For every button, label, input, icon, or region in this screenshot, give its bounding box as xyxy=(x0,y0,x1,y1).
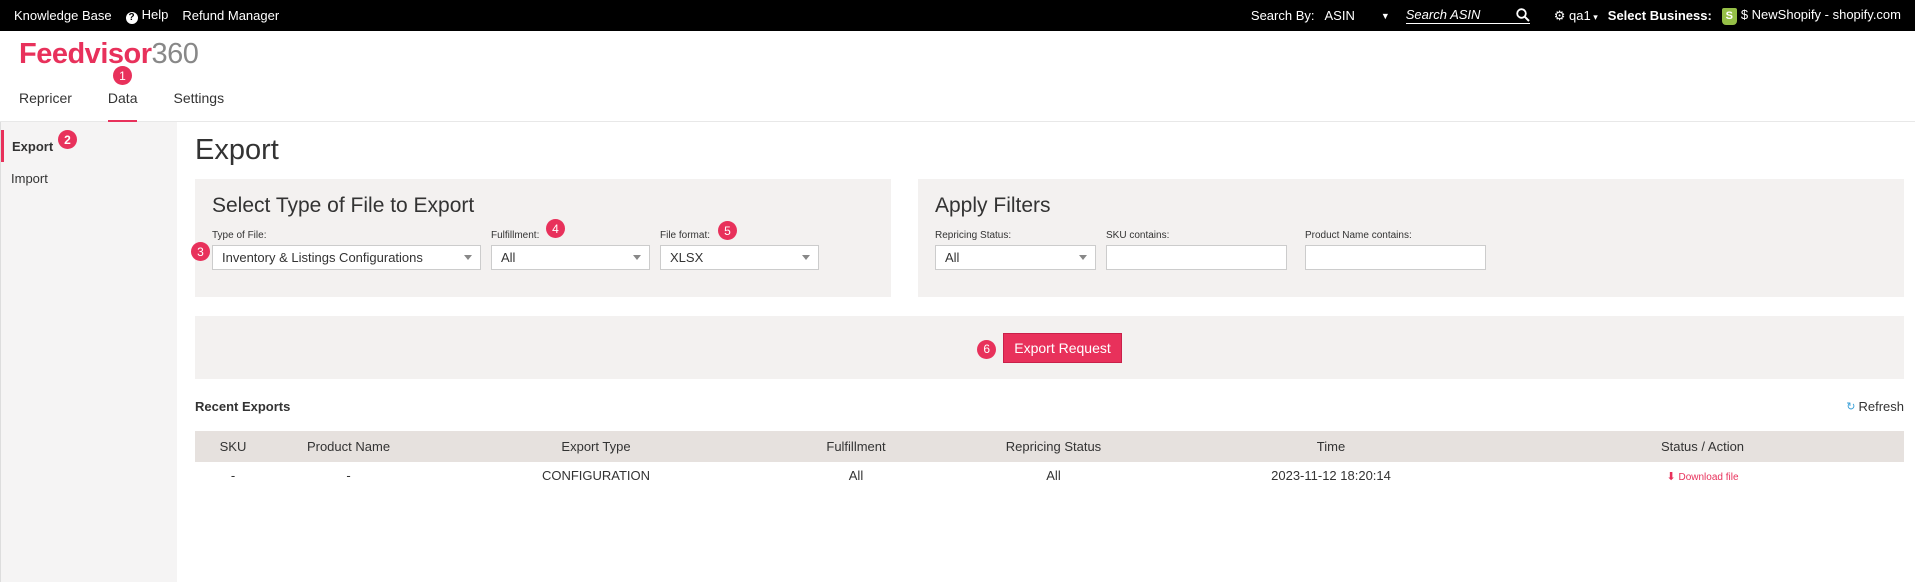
product-name-contains-input[interactable] xyxy=(1305,245,1486,270)
sku-contains-label: SKU contains: xyxy=(1106,230,1170,241)
cell-sku: - xyxy=(230,468,236,483)
main-nav: Repricer Data 1 Settings xyxy=(0,66,1915,123)
column-header-repricing-status[interactable]: Repricing Status xyxy=(946,431,1161,462)
download-file-link[interactable]: ⬇ Download file xyxy=(1666,471,1738,483)
file-type-panel: Select Type of File to Export 3 Type of … xyxy=(191,179,891,297)
tab-repricer[interactable]: Repricer xyxy=(19,76,72,122)
help-link[interactable]: ? Help xyxy=(125,7,168,24)
recent-exports-title: Recent Exports xyxy=(195,398,291,414)
search-box xyxy=(1405,7,1530,24)
tab-settings[interactable]: Settings xyxy=(173,76,224,122)
table-header-row: SKU Product Name Export Type Fulfillment… xyxy=(195,431,1904,462)
column-header-product-name[interactable]: Product Name xyxy=(271,431,426,462)
knowledge-base-link[interactable]: Knowledge Base xyxy=(14,8,112,23)
recent-exports-table: SKU Product Name Export Type Fulfillment… xyxy=(195,431,1904,489)
gear-icon: ⚙ xyxy=(1553,7,1566,23)
tab-data[interactable]: Data 1 xyxy=(107,66,137,123)
cell-status-action: ⬇ Download file xyxy=(1501,462,1904,489)
user-menu[interactable]: ⚙ qa1 ▾ xyxy=(1554,8,1598,24)
sidebar: Export 2 Import xyxy=(0,122,177,582)
search-by-select[interactable]: ASIN ▼ xyxy=(1325,8,1390,23)
step-badge: 3 xyxy=(191,242,210,261)
chevron-down-icon: ▼ xyxy=(1380,10,1390,21)
cell-product-name: - xyxy=(346,468,351,483)
repricing-status-select[interactable]: All xyxy=(935,245,1096,270)
step-badge: 4 xyxy=(546,219,565,238)
cell-repricing-status: All xyxy=(1046,468,1061,483)
sidebar-item-export[interactable]: Export 2 xyxy=(1,130,177,162)
business-selector[interactable]: S $ NewShopify - shopify.com xyxy=(1721,7,1901,25)
type-of-file-label: Type of File: xyxy=(212,230,267,241)
sidebar-item-import[interactable]: Import xyxy=(1,162,177,194)
refresh-button[interactable]: ↻ Refresh xyxy=(1846,399,1904,414)
repricing-status-label: Repricing Status: xyxy=(935,230,1012,241)
column-header-time[interactable]: Time xyxy=(1161,431,1501,462)
table-row: - - CONFIGURATION All All 2023-11-12 18:… xyxy=(195,462,1904,489)
file-format-select[interactable]: XLSX xyxy=(660,245,819,270)
cell-time: 2023-11-12 18:20:14 xyxy=(1271,468,1391,483)
main-content: Export Select Type of File to Export 3 T… xyxy=(177,122,1915,582)
export-request-button[interactable]: Export Request xyxy=(1003,332,1122,363)
feedvisor-logo[interactable]: Feedvisor360 xyxy=(19,38,199,71)
chevron-down-icon xyxy=(802,255,810,260)
shopify-icon: S xyxy=(1721,7,1737,25)
cell-fulfillment: All xyxy=(848,468,864,483)
fulfillment-select[interactable]: All xyxy=(491,245,650,270)
refresh-icon: ↻ xyxy=(1846,400,1856,413)
step-badge: 2 xyxy=(58,130,77,149)
export-bar: 6 Export Request xyxy=(195,316,1904,379)
search-by-label: Search By: xyxy=(1250,8,1315,23)
column-header-fulfillment[interactable]: Fulfillment xyxy=(766,431,946,462)
sku-contains-input[interactable] xyxy=(1106,245,1287,270)
chevron-down-icon xyxy=(464,255,472,260)
chevron-down-icon xyxy=(1079,255,1087,260)
page-title: Export xyxy=(195,134,279,166)
brand-bar: Feedvisor360 xyxy=(0,31,1915,76)
type-of-file-select[interactable]: Inventory & Listings Configurations xyxy=(212,245,481,270)
column-header-export-type[interactable]: Export Type xyxy=(426,431,766,462)
step-badge: 6 xyxy=(977,339,997,359)
search-input[interactable] xyxy=(1405,7,1516,22)
file-format-label: File format: xyxy=(660,230,711,241)
chevron-down-icon xyxy=(633,255,641,260)
product-name-contains-label: Product Name contains: xyxy=(1305,230,1412,241)
chevron-down-icon: ▾ xyxy=(1590,11,1598,22)
search-icon[interactable] xyxy=(1516,7,1530,22)
filters-panel-title: Apply Filters xyxy=(935,194,1051,217)
download-icon: ⬇ xyxy=(1666,471,1676,483)
step-badge: 5 xyxy=(718,221,737,240)
cell-export-type: CONFIGURATION xyxy=(541,468,651,483)
fulfillment-label: Fulfillment: xyxy=(491,230,540,241)
help-icon: ? xyxy=(125,11,138,24)
select-business-label: Select Business: xyxy=(1607,8,1712,23)
refund-manager-link[interactable]: Refund Manager xyxy=(182,8,279,23)
file-type-panel-title: Select Type of File to Export xyxy=(212,194,475,217)
top-bar: Knowledge Base ? Help Refund Manager Sear… xyxy=(0,0,1915,31)
column-header-sku[interactable]: SKU xyxy=(195,431,271,462)
column-header-status-action[interactable]: Status / Action xyxy=(1501,431,1904,462)
step-badge: 1 xyxy=(112,66,132,85)
filters-panel: Apply Filters Repricing Status: All SKU … xyxy=(918,179,1904,297)
